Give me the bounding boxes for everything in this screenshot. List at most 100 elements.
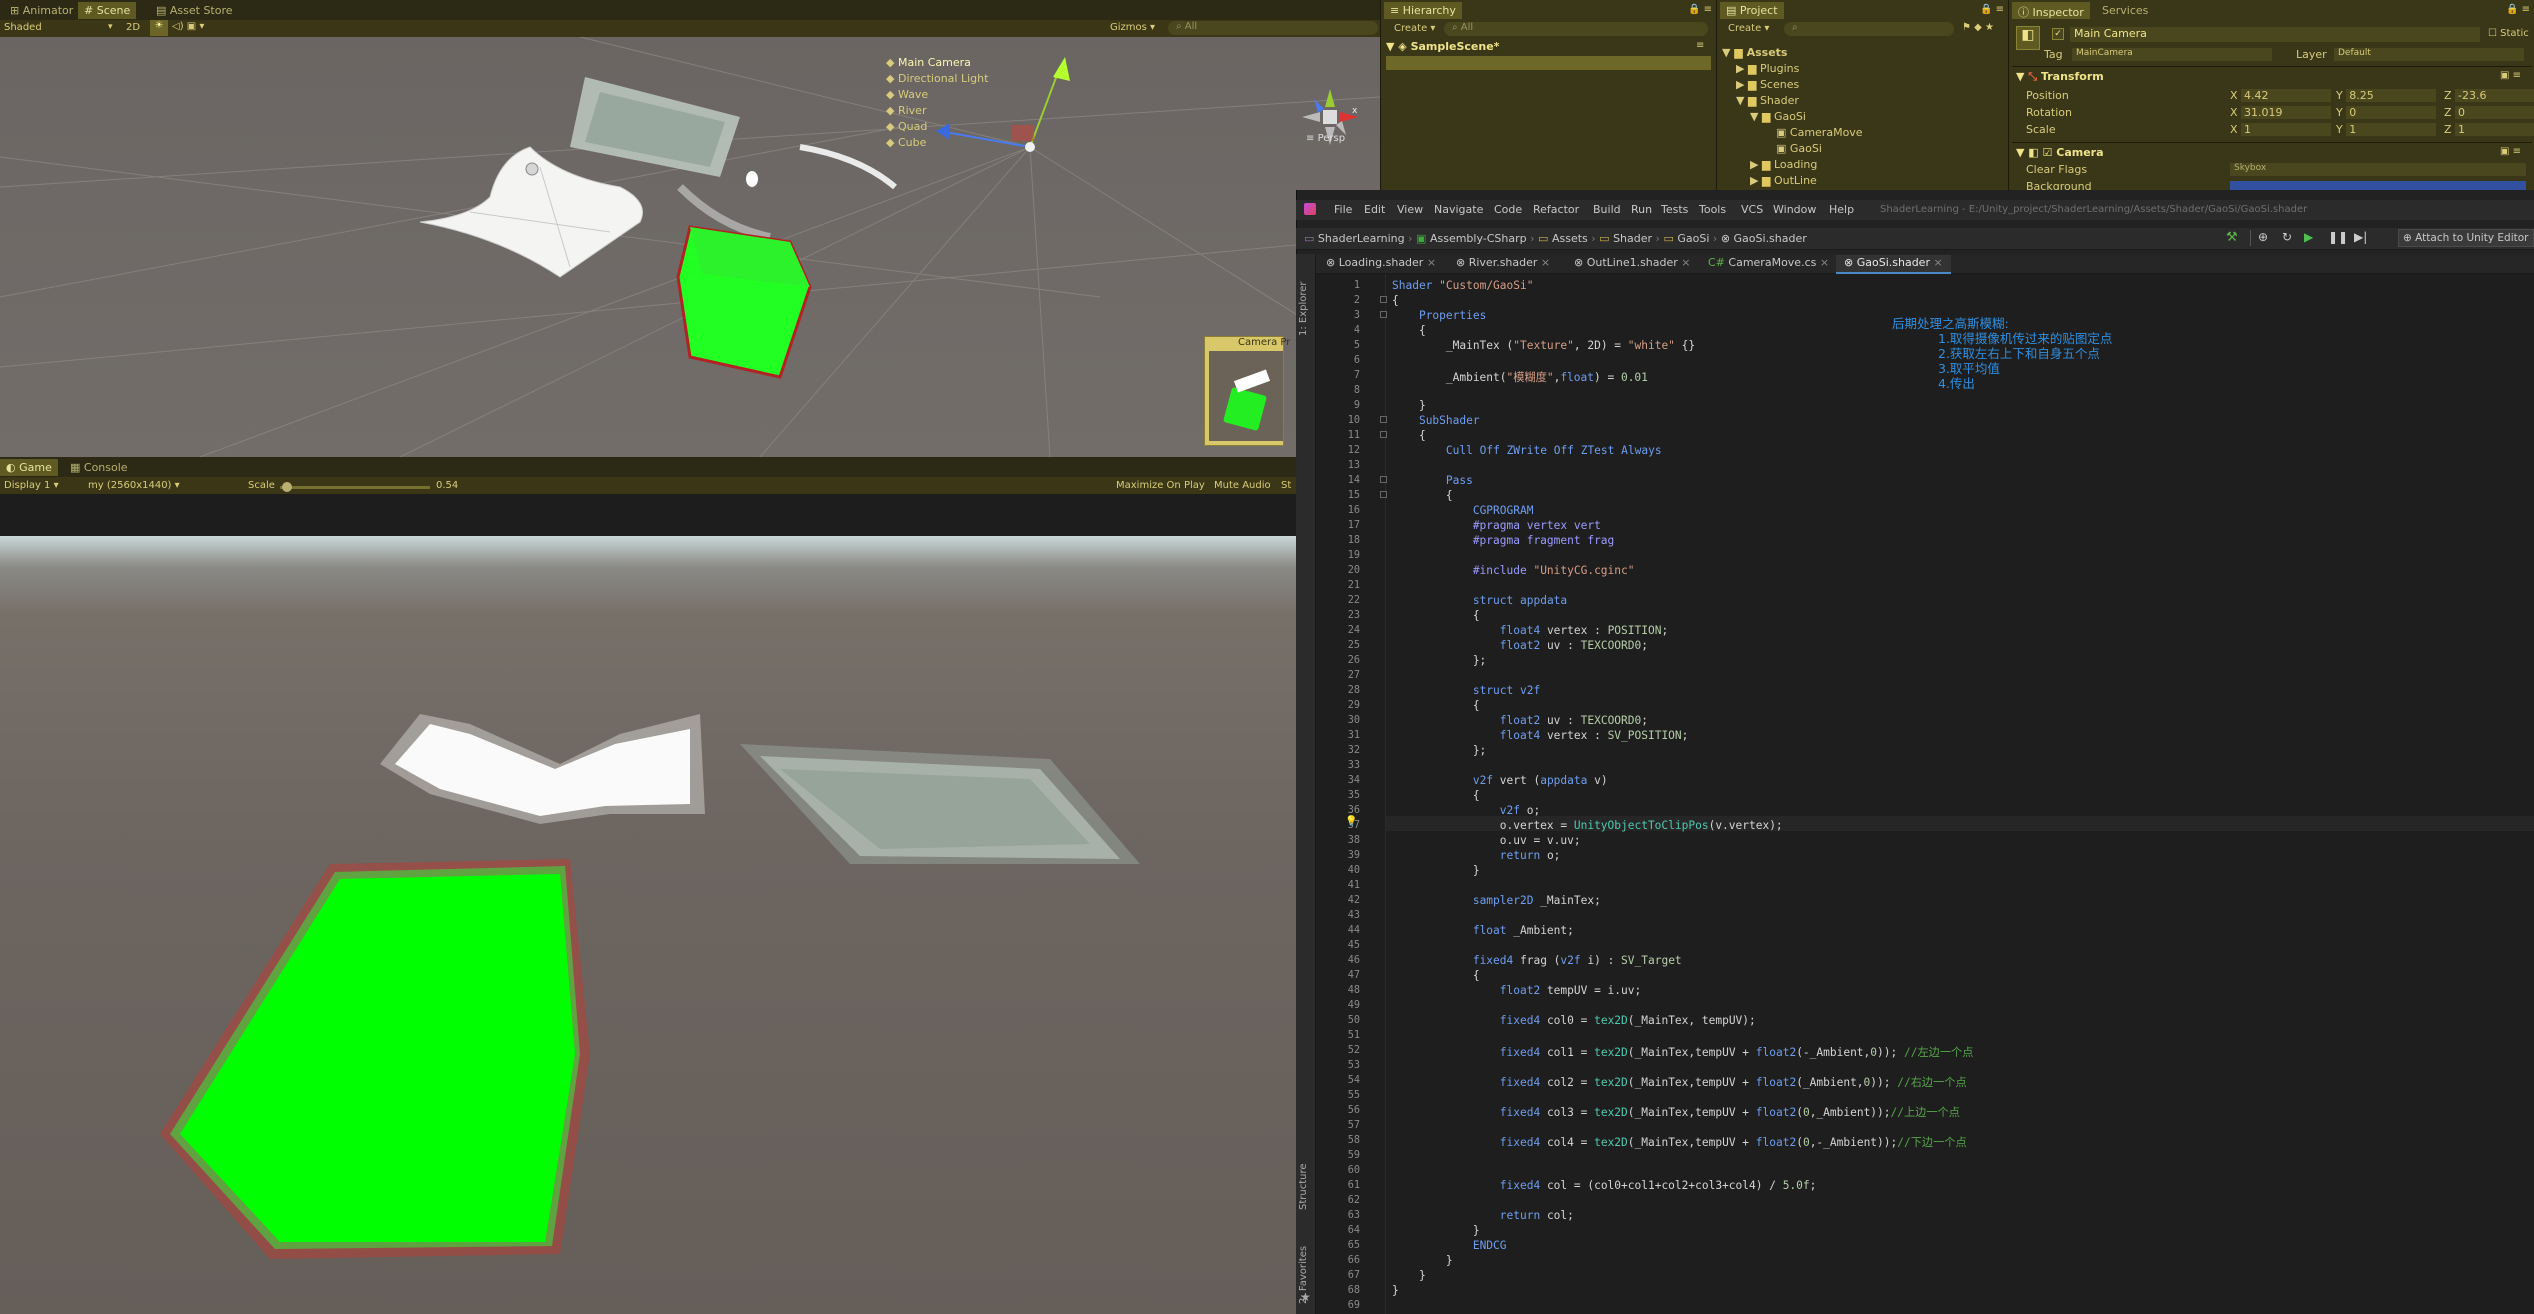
layer-dropdown[interactable]: Default (2334, 48, 2524, 61)
tab-project[interactable]: ▤ Project (1720, 2, 1784, 19)
file-tab-cameramove[interactable]: C# CameraMove.cs × (1708, 256, 1829, 269)
project-item-gaosi-folder[interactable]: ▼ ▆ GaoSi (1750, 110, 1806, 123)
hierarchy-item-main-camera[interactable]: ◆ Main Camera (886, 56, 971, 69)
mute-audio-toggle[interactable]: Mute Audio (1214, 480, 1271, 491)
tag-dropdown[interactable]: MainCamera (2072, 48, 2272, 61)
component-menu-icon[interactable]: ▣ ≡ (2500, 70, 2521, 81)
tab-console[interactable]: ▦ Console (64, 459, 134, 476)
side-tab-explorer[interactable]: 1: Explorer (1298, 262, 1314, 336)
display-dropdown[interactable]: Display 1 ▾ (4, 480, 59, 491)
file-tab-gaosi-active[interactable]: ⊗ GaoSi.shader × (1836, 255, 1951, 274)
close-icon[interactable]: × (1427, 256, 1436, 269)
camera-enabled-checkbox[interactable]: ☑ (2043, 146, 2053, 159)
project-search-input[interactable]: ⌕ (1784, 22, 1954, 36)
audio-toggle-button[interactable]: ◁) ▣ ▾ (172, 21, 204, 32)
rotation-y[interactable]: Y 0 (2336, 106, 2437, 119)
menu-refactor[interactable]: Refactor (1533, 203, 1579, 216)
static-checkbox[interactable]: ☐ Static (2488, 28, 2529, 39)
menu-code[interactable]: Code (1494, 203, 1522, 216)
tab-game[interactable]: ◐ Game (0, 459, 58, 476)
lock-icon[interactable]: 🔒 ≡ (1688, 4, 1712, 15)
tab-hierarchy[interactable]: ≡ Hierarchy (1384, 2, 1462, 19)
attach-to-unity-button[interactable]: ⊕ Attach to Unity Editor (2398, 229, 2534, 247)
project-item-loading[interactable]: ▶ ▆ Loading (1750, 158, 1817, 171)
project-lock-icon[interactable]: 🔒 ≡ (1980, 4, 2004, 15)
step-icon[interactable]: ▶| (2354, 230, 2367, 244)
hierarchy-scene-row[interactable]: ▼ ◈ SampleScene* (1386, 40, 1499, 53)
file-tab-river[interactable]: ⊗ River.shader × (1456, 256, 1550, 269)
close-icon[interactable]: × (1933, 256, 1942, 269)
fold-marker-icon[interactable] (1380, 491, 1387, 498)
menu-window[interactable]: Window (1773, 203, 1816, 216)
gizmos-dropdown[interactable]: Gizmos ▾ (1110, 22, 1155, 33)
project-create-button[interactable]: Create ▾ (1728, 23, 1769, 34)
tab-asset-store[interactable]: ▤ Asset Store (150, 2, 239, 19)
fold-marker-icon[interactable] (1380, 431, 1387, 438)
side-tab-structure[interactable]: Structure (1298, 1140, 1314, 1210)
inspector-lock-icon[interactable]: 🔒 ≡ (2506, 4, 2530, 15)
close-icon[interactable]: × (1681, 256, 1690, 269)
breadcrumb-assets[interactable]: ▭ Assets (1538, 232, 1588, 245)
scale-slider[interactable] (280, 482, 430, 492)
code-editor[interactable] (1316, 274, 2534, 1314)
breadcrumb-file[interactable]: ⊗ GaoSi.shader (1721, 232, 1807, 245)
bulb-icon[interactable]: 💡 (1345, 816, 1357, 827)
rotation-x[interactable]: X 31.019 (2230, 106, 2332, 119)
rotation-z[interactable]: Z 0 (2444, 106, 2534, 119)
position-z[interactable]: Z -23.6 (2444, 89, 2534, 102)
menu-edit[interactable]: Edit (1364, 203, 1385, 216)
hierarchy-item-cube[interactable]: ◆ Cube (886, 136, 926, 149)
menu-vcs[interactable]: VCS (1741, 203, 1763, 216)
project-item-shader[interactable]: ▼ ▆ Shader (1736, 94, 1799, 107)
lighting-toggle-button[interactable]: ☀ (150, 20, 168, 36)
tab-services[interactable]: Services (2096, 2, 2154, 19)
breadcrumb-solution[interactable]: ▭ ShaderLearning (1304, 232, 1405, 245)
file-tab-loading[interactable]: ⊗ Loading.shader × (1326, 256, 1436, 269)
scale-x[interactable]: X 1 (2230, 123, 2332, 136)
project-item-outline[interactable]: ▶ ▆ OutLine (1750, 174, 1817, 187)
background-color-swatch[interactable] (2230, 181, 2526, 190)
play-icon[interactable]: ▶ (2304, 230, 2313, 244)
active-checkbox[interactable]: ✓ (2052, 28, 2064, 40)
position-y[interactable]: Y 8.25 (2336, 89, 2437, 102)
hierarchy-create-button[interactable]: Create ▾ (1394, 23, 1435, 34)
stats-toggle[interactable]: St (1281, 480, 1291, 491)
fold-marker-icon[interactable] (1380, 311, 1387, 318)
resolution-dropdown[interactable]: my (2560x1440) ▾ (88, 480, 180, 491)
hierarchy-item-directional-light[interactable]: ◆ Directional Light (886, 72, 988, 85)
menu-file[interactable]: File (1334, 203, 1352, 216)
position-x[interactable]: X 4.42 (2230, 89, 2332, 102)
menu-run[interactable]: Run (1631, 203, 1652, 216)
tab-scene[interactable]: # Scene (78, 2, 137, 19)
menu-navigate[interactable]: Navigate (1434, 203, 1483, 216)
refresh-icon[interactable]: ↻ (2282, 230, 2292, 244)
menu-tests[interactable]: Tests (1661, 203, 1688, 216)
filter-icon[interactable]: ⚑ ◆ ★ (1962, 22, 1994, 33)
scale-y[interactable]: Y 1 (2336, 123, 2437, 136)
scene-search-input[interactable]: ⌕ All (1168, 21, 1378, 35)
menu-build[interactable]: Build (1593, 203, 1621, 216)
project-item-plugins[interactable]: ▶ ▆ Plugins (1736, 62, 1799, 75)
scale-z[interactable]: Z 1 (2444, 123, 2534, 136)
tab-inspector[interactable]: ⓘ Inspector (2012, 2, 2090, 19)
fold-marker-icon[interactable] (1380, 476, 1387, 483)
pause-icon[interactable]: ❚❚ (2328, 230, 2348, 244)
toggle-2d-button[interactable]: 2D (126, 22, 140, 33)
project-item-gaosi-shader[interactable]: ▣ GaoSi (1776, 142, 1822, 155)
scene-viewport[interactable]: x ≡ Persp Camera Pr (0, 37, 1380, 457)
fold-marker-icon[interactable] (1380, 296, 1387, 303)
scene-menu-icon[interactable]: ≡ (1696, 40, 1704, 51)
shading-dropdown[interactable]: Shaded (4, 22, 42, 33)
project-item-scenes[interactable]: ▶ ▆ Scenes (1736, 78, 1799, 91)
project-item-assets[interactable]: ▼ ▆ Assets (1722, 46, 1787, 59)
close-icon[interactable]: × (1541, 256, 1550, 269)
breadcrumb-gaosi[interactable]: ▭ GaoSi (1663, 232, 1709, 245)
file-tab-outline1[interactable]: ⊗ OutLine1.shader × (1574, 256, 1691, 269)
menu-help[interactable]: Help (1829, 203, 1854, 216)
camera-component-menu-icon[interactable]: ▣ ≡ (2500, 146, 2521, 157)
hierarchy-item-quad[interactable]: ◆ Quad (886, 120, 927, 133)
menu-view[interactable]: View (1397, 203, 1423, 216)
build-hammer-icon[interactable]: ⚒ (2226, 230, 2238, 245)
project-item-cameramove[interactable]: ▣ CameraMove (1776, 126, 1863, 139)
hierarchy-item-wave[interactable]: ◆ Wave (886, 88, 928, 101)
